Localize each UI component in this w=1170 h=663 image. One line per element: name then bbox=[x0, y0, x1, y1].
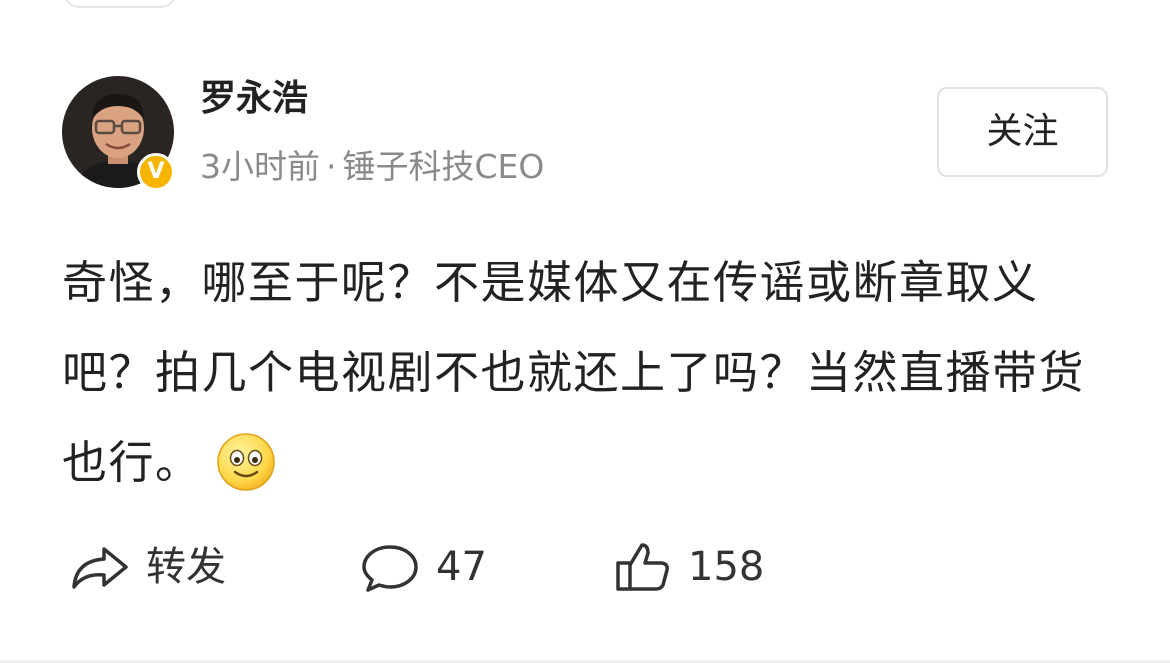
smile-emoji-icon bbox=[216, 433, 275, 491]
repost-button[interactable]: 转发 bbox=[68, 535, 226, 599]
comment-button[interactable]: 47 bbox=[358, 535, 487, 599]
post-content: 奇怪，哪至于呢？不是媒体又在传谣或断章取义吧？拍几个电视剧不也就还上了吗？当然直… bbox=[62, 238, 1122, 508]
weibo-post-card: V 罗永浩 3小时前 · 锤子科技CEO 关注 奇怪，哪至于呢？不是媒体又在传谣或断… bbox=[0, 0, 1170, 663]
action-bar: 转发 47 158 bbox=[0, 535, 1170, 599]
comment-count: 47 bbox=[436, 544, 487, 590]
post-time: 3小时前 bbox=[200, 147, 320, 186]
repost-label: 转发 bbox=[146, 544, 226, 590]
thumbs-up-icon bbox=[616, 543, 669, 591]
like-count: 158 bbox=[688, 544, 765, 590]
author-title: 锤子科技CEO bbox=[342, 147, 545, 186]
author-name[interactable]: 罗永浩 bbox=[200, 74, 308, 124]
verified-badge: V bbox=[137, 153, 175, 191]
share-arrow-icon bbox=[72, 547, 128, 589]
like-button[interactable]: 158 bbox=[610, 535, 764, 599]
comment-bubble-icon bbox=[362, 545, 418, 592]
post-meta: 3小时前 · 锤子科技CEO bbox=[200, 144, 544, 190]
meta-separator: · bbox=[326, 147, 337, 186]
previous-element-edge bbox=[62, 0, 178, 8]
follow-button[interactable]: 关注 bbox=[937, 87, 1108, 177]
